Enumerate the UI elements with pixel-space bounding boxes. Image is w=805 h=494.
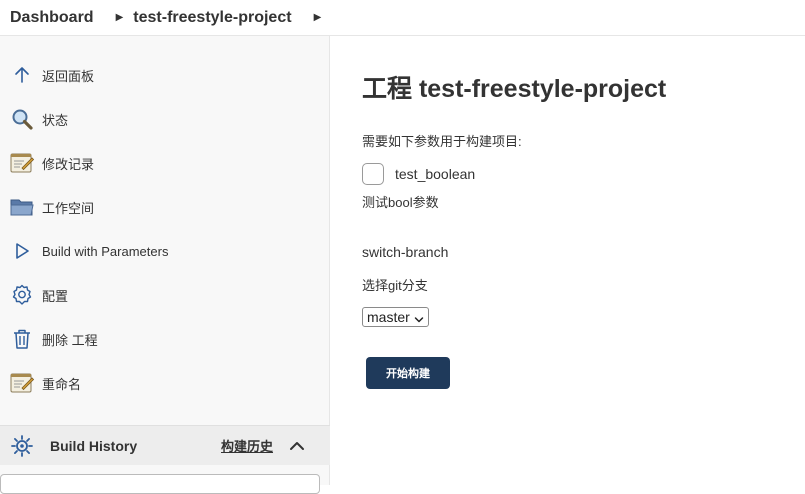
test-boolean-checkbox[interactable] <box>362 163 384 185</box>
page-title: 工程 test-freestyle-project <box>362 75 667 103</box>
breadcrumb-project-link[interactable]: test-freestyle-project <box>123 9 291 27</box>
parameters-intro: 需要如下参数用于构建项目: <box>362 134 522 149</box>
main-content: 工程 test-freestyle-project 需要如下参数用于构建项目: … <box>330 36 805 485</box>
sidebar-item-rename[interactable]: 重命名 <box>0 365 330 401</box>
chevron-down-icon <box>414 312 424 323</box>
breadcrumb-chevron-icon[interactable]: ▶ <box>314 12 322 23</box>
sidebar-item-label: 修改记录 <box>42 156 95 172</box>
build-history-trend-link[interactable]: 构建历史 <box>221 436 273 455</box>
arrow-up-icon <box>10 63 34 87</box>
sidebar-item-build-with-parameters[interactable]: Build with Parameters <box>0 233 330 269</box>
sidebar-item-label: 重命名 <box>42 376 82 392</box>
build-button[interactable]: 开始构建 <box>366 357 450 389</box>
chevron-up-icon[interactable] <box>288 437 306 455</box>
folder-icon <box>10 195 34 219</box>
play-icon <box>10 239 34 263</box>
sidebar-item-label: 删除 工程 <box>42 332 98 348</box>
sidebar: 返回面板 状态 修改记录 工作空间 Build with Parameters … <box>0 36 330 494</box>
test-boolean-label[interactable]: test_boolean <box>395 166 475 182</box>
sidebar-item-label: 工作空间 <box>42 200 95 216</box>
trash-icon <box>10 327 34 351</box>
sidebar-item-label: Build with Parameters <box>42 243 169 259</box>
switch-branch-select[interactable]: master <box>362 307 429 327</box>
breadcrumb: Dashboard ▶ test-freestyle-project ▶ <box>0 0 805 36</box>
sidebar-item-configure[interactable]: 配置 <box>0 277 330 313</box>
switch-branch-label: switch-branch <box>362 244 449 260</box>
magnifier-icon <box>10 107 34 131</box>
notepad-icon <box>10 371 34 395</box>
boolean-parameter: test_boolean <box>362 163 475 185</box>
sidebar-item-label: 配置 <box>42 288 69 304</box>
sidebar-item-back-to-dashboard[interactable]: 返回面板 <box>0 57 330 93</box>
sidebar-item-changes[interactable]: 修改记录 <box>0 145 330 181</box>
sidebar-item-workspace[interactable]: 工作空间 <box>0 189 330 225</box>
breadcrumb-dashboard-link[interactable]: Dashboard <box>0 9 94 27</box>
gear-icon <box>10 283 34 307</box>
sidebar-item-label: 状态 <box>42 112 69 128</box>
switch-branch-selected-value: master <box>367 309 410 325</box>
sidebar-item-delete-project[interactable]: 删除 工程 <box>0 321 330 357</box>
breadcrumb-chevron-icon[interactable]: ▶ <box>116 12 124 23</box>
sidebar-item-status[interactable]: 状态 <box>0 101 330 137</box>
notepad-icon <box>10 151 34 175</box>
sidebar-item-label: 返回面板 <box>42 68 95 84</box>
build-history-filter-input[interactable] <box>0 474 320 494</box>
build-history-gear-icon <box>10 434 34 458</box>
build-history-header: Build History 构建历史 <box>0 425 330 465</box>
test-boolean-description: 测试bool参数 <box>362 195 439 210</box>
switch-branch-description: 选择git分支 <box>362 278 428 293</box>
build-history-title: Build History <box>50 437 138 454</box>
